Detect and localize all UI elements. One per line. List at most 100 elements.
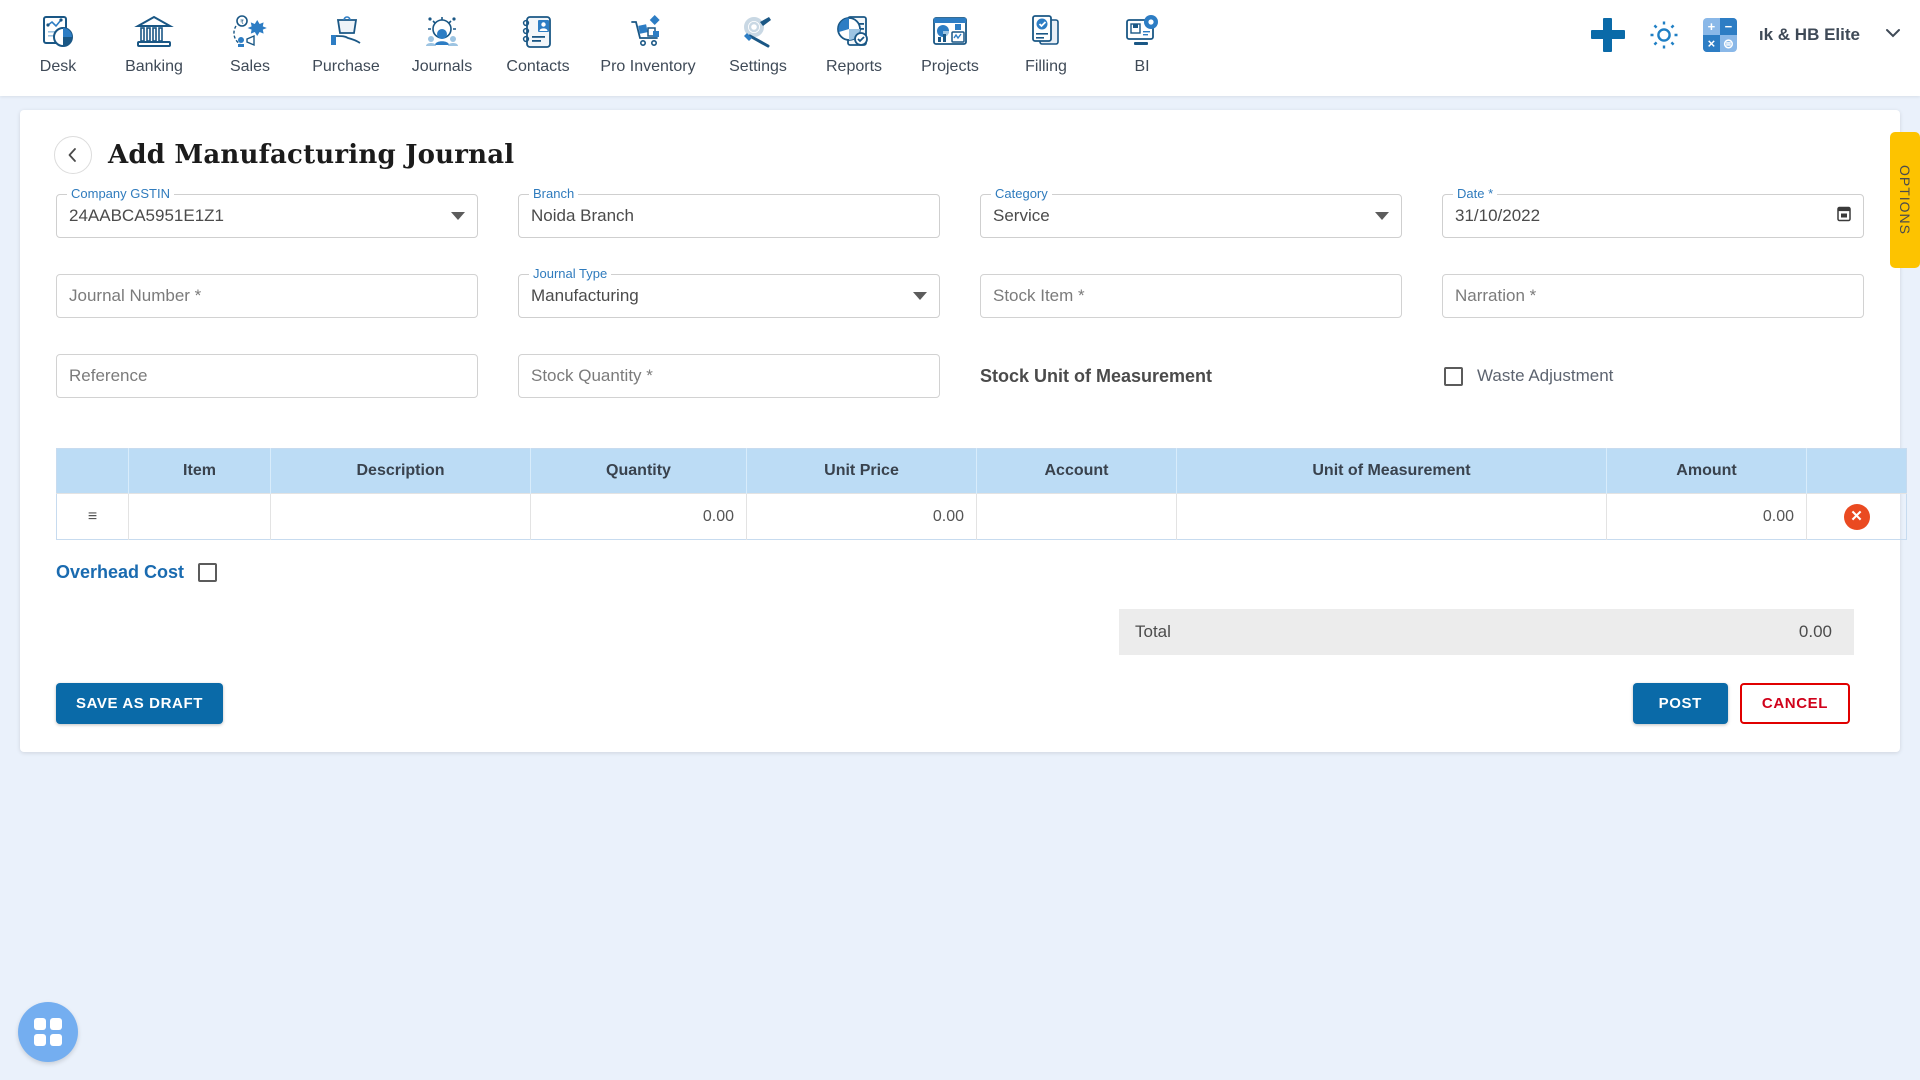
narration-placeholder: Narration * — [1455, 286, 1537, 305]
journal-number-input[interactable]: Journal Number * — [56, 274, 478, 318]
chevron-down-icon[interactable] — [1882, 22, 1904, 49]
journal-type-label: Journal Type — [529, 266, 612, 281]
overhead-cost-row[interactable]: Overhead Cost — [38, 540, 1882, 583]
cell-quantity[interactable]: 0.00 — [530, 493, 747, 540]
page-title: Add Manufacturing Journal — [108, 140, 515, 170]
table-row[interactable]: ≡ 0.00 0.00 0.00 ✕ — [56, 493, 1907, 540]
card-header: Add Manufacturing Journal — [38, 128, 1882, 188]
category-label: Category — [991, 186, 1052, 201]
field-stock-item: Stock Item * — [980, 274, 1402, 346]
sales-icon: ₹ — [230, 10, 270, 54]
chevron-down-icon[interactable] — [1375, 212, 1389, 220]
gear-icon[interactable] — [1647, 18, 1681, 52]
delete-row-icon[interactable]: ✕ — [1843, 503, 1870, 530]
page-container: OPTIONS Add Manufacturing Journal Compan… — [0, 96, 1920, 766]
branch-input[interactable]: Branch Noida Branch — [518, 186, 940, 238]
nav-item-settings[interactable]: Settings — [710, 6, 806, 76]
col-actions — [1806, 448, 1907, 494]
nav-item-projects[interactable]: Projects — [902, 6, 998, 76]
nav-label: Reports — [825, 58, 883, 75]
chevron-left-icon — [68, 148, 76, 162]
post-button[interactable]: POST — [1632, 683, 1728, 724]
chevron-down-icon[interactable] — [913, 292, 927, 300]
line-items-table: Item Description Quantity Unit Price Acc… — [56, 448, 1907, 540]
contacts-icon — [518, 10, 558, 54]
cancel-button[interactable]: CANCEL — [1739, 683, 1850, 724]
back-button[interactable] — [54, 136, 92, 174]
nav-item-purchase[interactable]: Purchase — [298, 6, 394, 76]
overhead-cost-label: Overhead Cost — [56, 562, 185, 582]
calculator-icon[interactable]: + − × ⊜ — [1702, 18, 1737, 52]
bank-icon — [134, 10, 174, 54]
options-side-tab[interactable]: OPTIONS — [1890, 132, 1920, 268]
chevron-down-icon[interactable] — [451, 212, 465, 220]
save-as-draft-button[interactable]: SAVE AS DRAFT — [56, 683, 223, 724]
nav-item-pro-inventory[interactable]: Pro Inventory — [586, 6, 710, 76]
nav-item-bi[interactable]: BI — [1094, 6, 1190, 76]
cell-item[interactable] — [128, 493, 271, 540]
col-quantity: Quantity — [530, 448, 747, 494]
overhead-cost-checkbox[interactable] — [198, 563, 218, 582]
date-input[interactable]: Date * 31/10/2022 — [1442, 186, 1864, 238]
header-actions: + − × ⊜ ık & HB Elite — [1590, 18, 1904, 52]
nav-label: Purchase — [312, 58, 380, 75]
journals-icon — [422, 10, 462, 54]
field-branch: Branch Noida Branch — [518, 186, 940, 266]
nav-label: Settings — [729, 58, 787, 75]
cell-unit-price[interactable]: 0.00 — [746, 493, 977, 540]
company-gstin-label: Company GSTIN — [67, 186, 174, 201]
waste-adjustment-checkbox[interactable] — [1444, 366, 1463, 386]
cell-description[interactable] — [270, 493, 531, 540]
nav-label: Contacts — [506, 58, 570, 75]
plus-icon[interactable] — [1590, 18, 1625, 52]
nav-item-filling[interactable]: Filling — [998, 6, 1094, 76]
nav-item-sales[interactable]: ₹ Sales — [202, 6, 298, 76]
field-narration: Narration * — [1442, 274, 1864, 346]
field-category: Category Service — [980, 186, 1402, 266]
col-account: Account — [976, 448, 1177, 494]
nav-label: Filling — [1025, 58, 1067, 75]
nav-item-desk[interactable]: Desk — [10, 6, 106, 76]
journal-type-select[interactable]: Journal Type Manufacturing — [518, 266, 940, 318]
total-label: Total — [1135, 622, 1171, 641]
apps-grid-button[interactable] — [18, 1002, 78, 1062]
cell-uom[interactable] — [1176, 493, 1607, 540]
apps-grid-icon — [34, 1018, 62, 1046]
date-value: 31/10/2022 — [1455, 206, 1541, 225]
stock-quantity-input[interactable]: Stock Quantity * — [518, 354, 940, 398]
form-grid: Company GSTIN 24AABCA5951E1Z1 Branch Noi… — [38, 186, 1882, 426]
cell-amount[interactable]: 0.00 — [1606, 493, 1807, 540]
nav-item-reports[interactable]: Reports — [806, 6, 902, 76]
stock-uom-label: Stock Unit of Measurement — [980, 365, 1213, 386]
col-handle — [56, 448, 129, 494]
reference-input[interactable]: Reference — [56, 354, 478, 398]
category-select[interactable]: Category Service — [980, 186, 1402, 238]
cell-account[interactable] — [976, 493, 1177, 540]
nav-label: Pro Inventory — [600, 58, 696, 75]
reference-placeholder: Reference — [69, 366, 148, 385]
total-row: Total 0.00 — [1119, 609, 1854, 655]
narration-input[interactable]: Narration * — [1442, 274, 1864, 318]
nav-item-journals[interactable]: Journals — [394, 6, 490, 76]
inventory-icon — [628, 10, 668, 54]
stock-item-input[interactable]: Stock Item * — [980, 274, 1402, 318]
nav-item-banking[interactable]: Banking — [106, 6, 202, 76]
projects-icon — [930, 10, 970, 54]
company-gstin-select[interactable]: Company GSTIN 24AABCA5951E1Z1 — [56, 186, 478, 238]
cell-delete: ✕ — [1806, 493, 1907, 540]
field-reference: Reference — [56, 354, 478, 426]
field-journal-number: Journal Number * — [56, 274, 478, 346]
field-date: Date * 31/10/2022 — [1442, 186, 1864, 266]
nav-item-contacts[interactable]: Contacts — [490, 6, 586, 76]
nav-label: BI — [1134, 58, 1150, 75]
line-items-table-wrap: Item Description Quantity Unit Price Acc… — [38, 426, 1907, 540]
nav-label: Banking — [125, 58, 183, 75]
total-value: 0.00 — [1798, 622, 1832, 641]
date-label: Date * — [1453, 186, 1498, 201]
nav-label: Sales — [229, 58, 271, 75]
purchase-icon — [326, 10, 366, 54]
row-drag-handle[interactable]: ≡ — [56, 493, 129, 540]
waste-adjustment-row[interactable]: Waste Adjustment — [1442, 354, 1864, 398]
reports-icon — [834, 10, 874, 54]
calendar-icon[interactable] — [1835, 205, 1853, 228]
